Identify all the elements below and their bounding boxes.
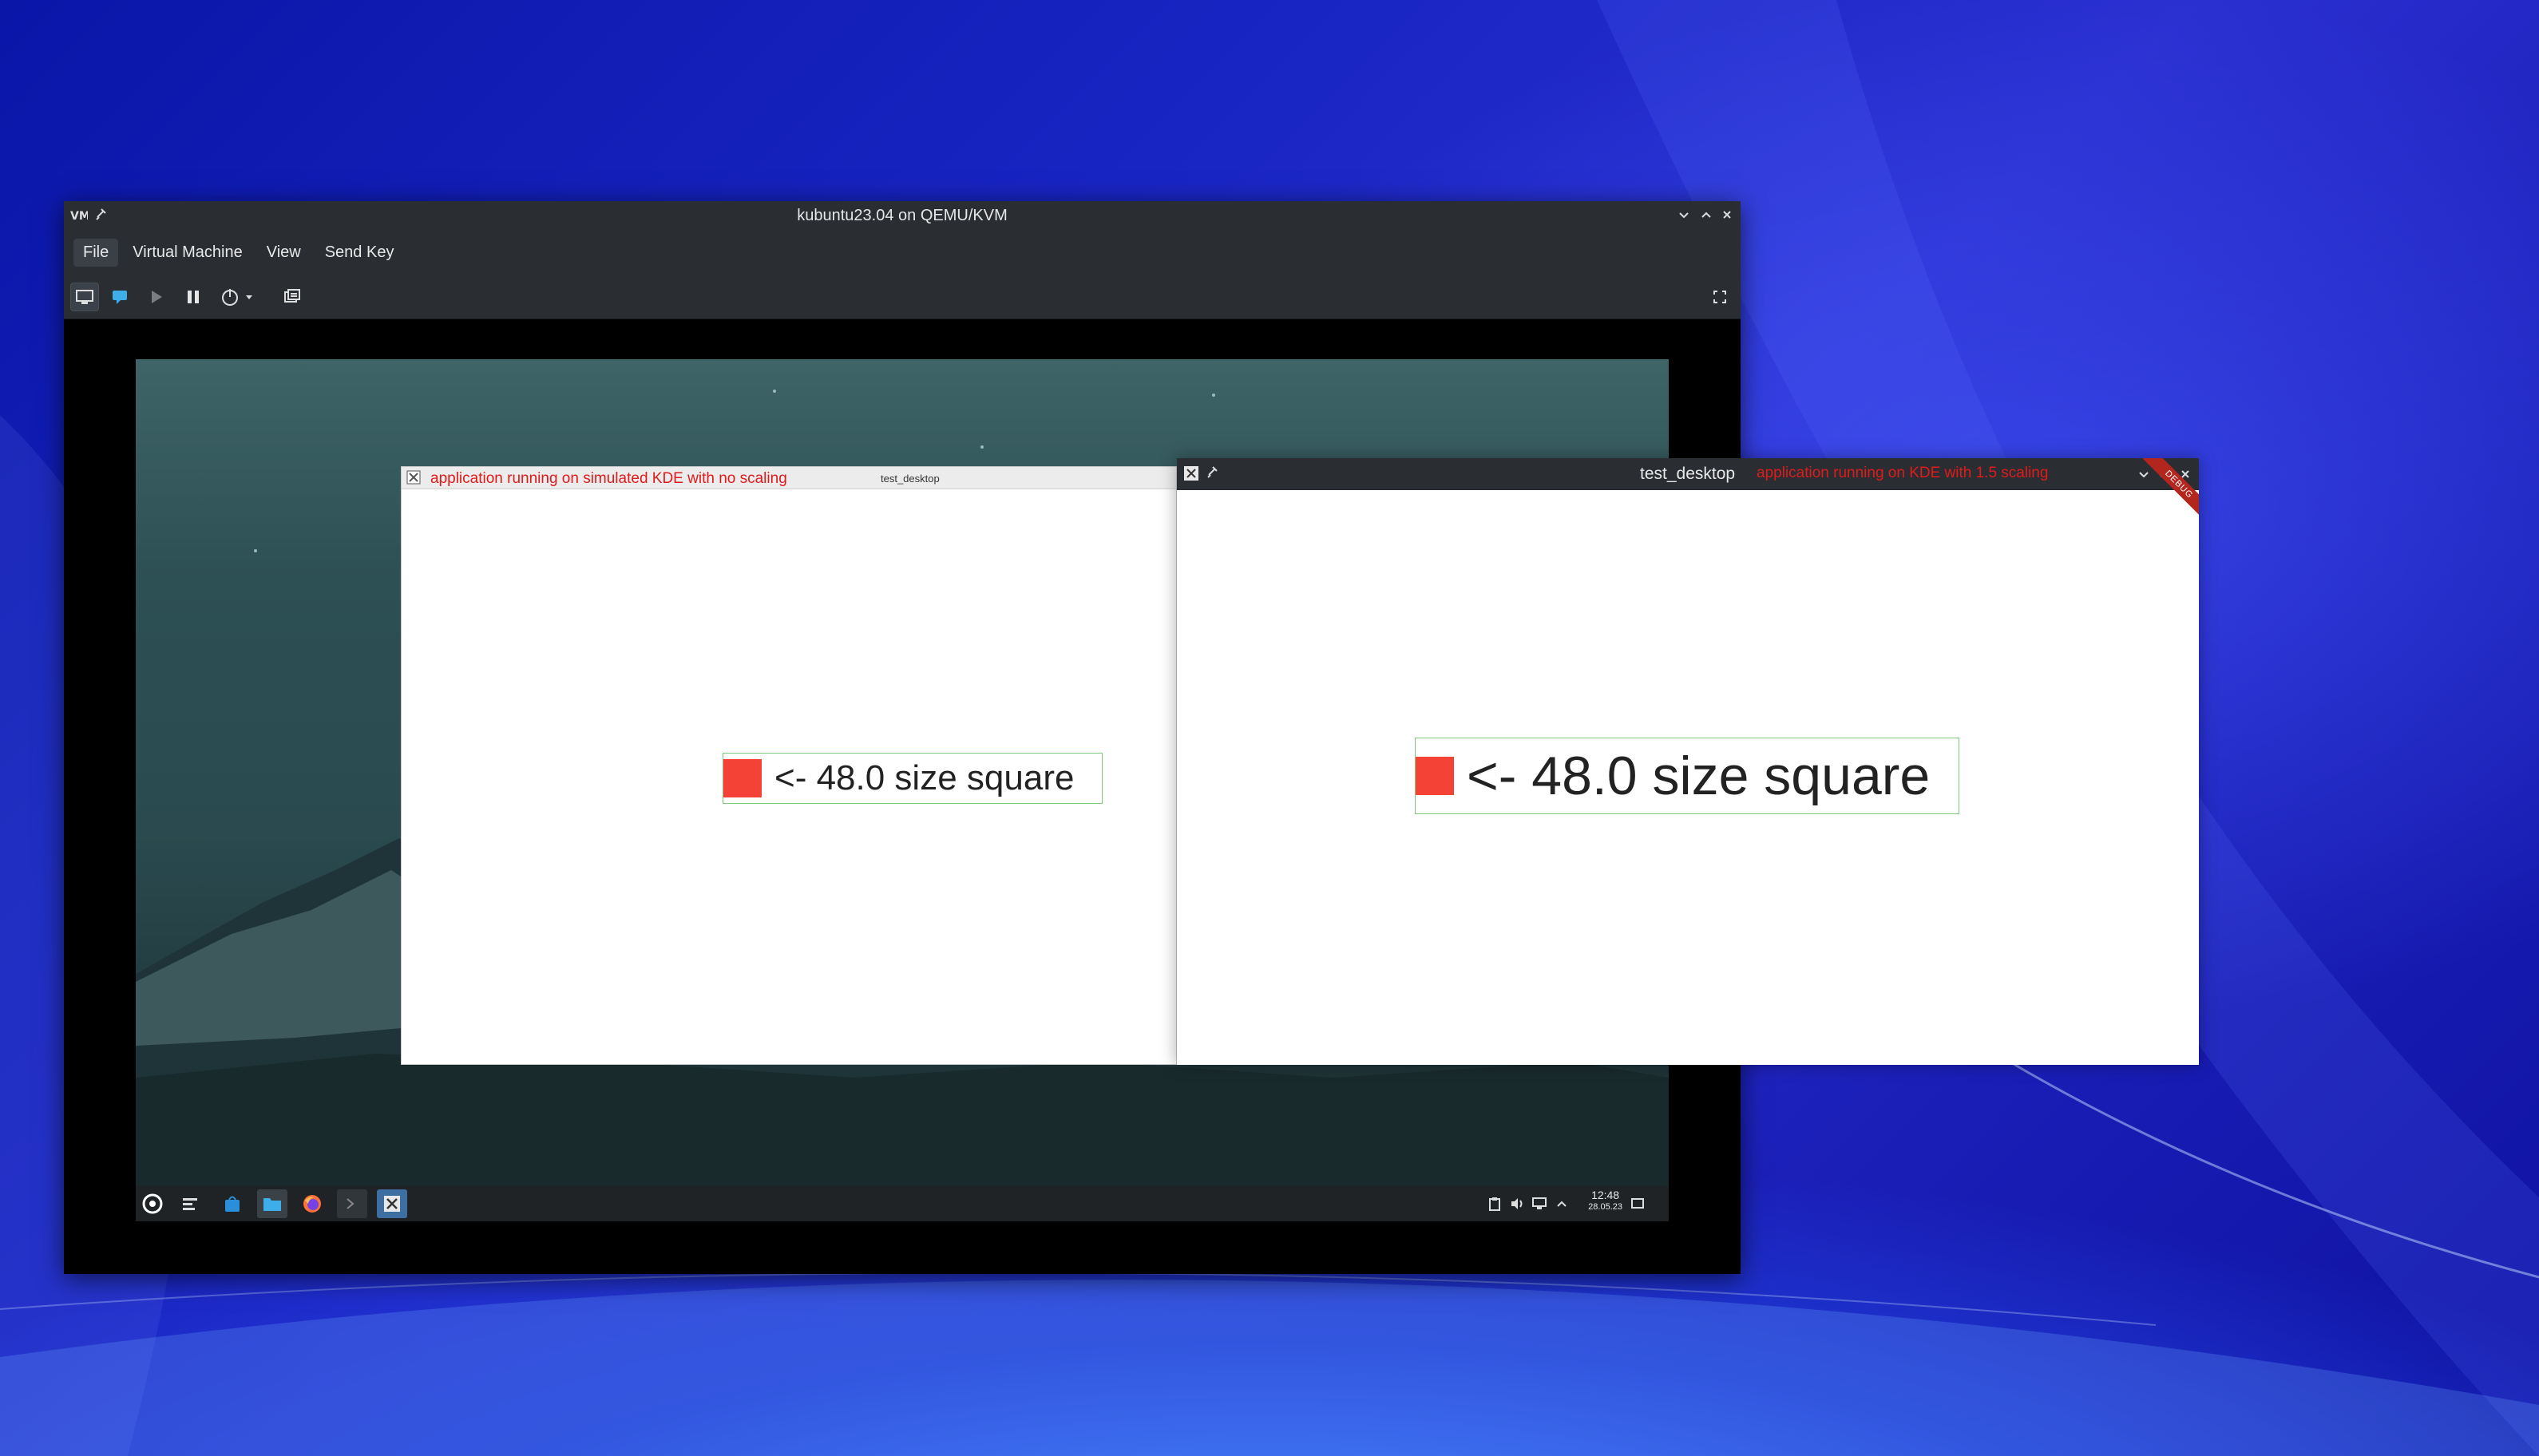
clock-date: 28.05.23 bbox=[1588, 1202, 1622, 1212]
console-icon[interactable] bbox=[105, 283, 134, 311]
menu-file[interactable]: File bbox=[73, 238, 119, 267]
app-title: test_desktop bbox=[881, 473, 940, 485]
firefox-icon[interactable] bbox=[297, 1189, 327, 1218]
app-title: test_desktop bbox=[1640, 465, 1736, 483]
x-app-icon[interactable] bbox=[377, 1189, 407, 1218]
pause-icon[interactable] bbox=[179, 283, 208, 311]
pin-icon[interactable] bbox=[94, 208, 107, 227]
discover-icon[interactable] bbox=[217, 1189, 248, 1218]
snapshot-icon[interactable] bbox=[278, 283, 307, 311]
play-icon[interactable] bbox=[142, 283, 171, 311]
show-desktop-icon[interactable] bbox=[1627, 1189, 1648, 1218]
svg-text:VM: VM bbox=[70, 210, 88, 222]
power-icon[interactable] bbox=[216, 283, 244, 311]
scaling-note: application running on KDE with 1.5 scal… bbox=[1757, 465, 2049, 481]
clock-time: 12:48 bbox=[1591, 1189, 1620, 1201]
square-demo: <- 48.0 size square bbox=[1415, 738, 1959, 814]
menu-send-key[interactable]: Send Key bbox=[315, 239, 404, 267]
x-app-icon bbox=[406, 470, 421, 489]
minimize-icon[interactable] bbox=[2135, 465, 2153, 483]
volume-icon[interactable] bbox=[1507, 1189, 1527, 1218]
x-app-icon bbox=[1183, 465, 1199, 485]
app-titlebar[interactable]: application running on simulated KDE wit… bbox=[402, 467, 1176, 489]
maximize-icon[interactable] bbox=[1697, 206, 1715, 228]
clock[interactable]: 12:48 28.05.23 bbox=[1588, 1189, 1622, 1213]
task-manager-icon[interactable] bbox=[176, 1189, 206, 1218]
dolphin-icon[interactable] bbox=[257, 1189, 287, 1218]
clipboard-icon[interactable] bbox=[1485, 1189, 1504, 1218]
app-window-scaled: test_desktop application running on KDE … bbox=[1177, 458, 2199, 1065]
tray-expand-icon[interactable] bbox=[1552, 1189, 1571, 1218]
vm-toolbar bbox=[64, 275, 1741, 319]
app-launcher-icon[interactable] bbox=[137, 1189, 168, 1218]
pin-icon[interactable] bbox=[1206, 465, 1218, 484]
dropdown-arrow-icon[interactable] bbox=[241, 283, 257, 311]
fullscreen-icon[interactable] bbox=[1705, 283, 1734, 311]
close-icon[interactable] bbox=[1718, 206, 1736, 228]
square-label: <- 48.0 size square bbox=[774, 758, 1075, 797]
red-square bbox=[1416, 757, 1454, 795]
app-titlebar[interactable]: test_desktop application running on KDE … bbox=[1177, 458, 2199, 490]
network-icon[interactable] bbox=[1530, 1189, 1549, 1218]
menu-virtual-machine[interactable]: Virtual Machine bbox=[123, 239, 252, 267]
red-square bbox=[723, 759, 762, 797]
konsole-icon[interactable] bbox=[337, 1189, 367, 1218]
virt-manager-icon: VM bbox=[70, 208, 90, 223]
minimize-icon[interactable] bbox=[1675, 206, 1693, 228]
square-demo: <- 48.0 size square bbox=[723, 753, 1103, 804]
menu-view[interactable]: View bbox=[257, 239, 311, 267]
vm-titlebar[interactable]: VM kubuntu23.04 on QEMU/KVM bbox=[64, 201, 1741, 230]
scaling-note: application running on simulated KDE wit… bbox=[430, 470, 787, 487]
guest-taskbar: 12:48 28.05.23 bbox=[136, 1186, 1669, 1221]
app-window-no-scaling: application running on simulated KDE wit… bbox=[401, 466, 1177, 1065]
monitor-icon[interactable] bbox=[70, 283, 99, 311]
square-label: <- 48.0 size square bbox=[1467, 746, 1931, 806]
vm-menubar: File Virtual Machine View Send Key bbox=[64, 230, 1741, 275]
vm-title: kubuntu23.04 on QEMU/KVM bbox=[797, 206, 1008, 224]
